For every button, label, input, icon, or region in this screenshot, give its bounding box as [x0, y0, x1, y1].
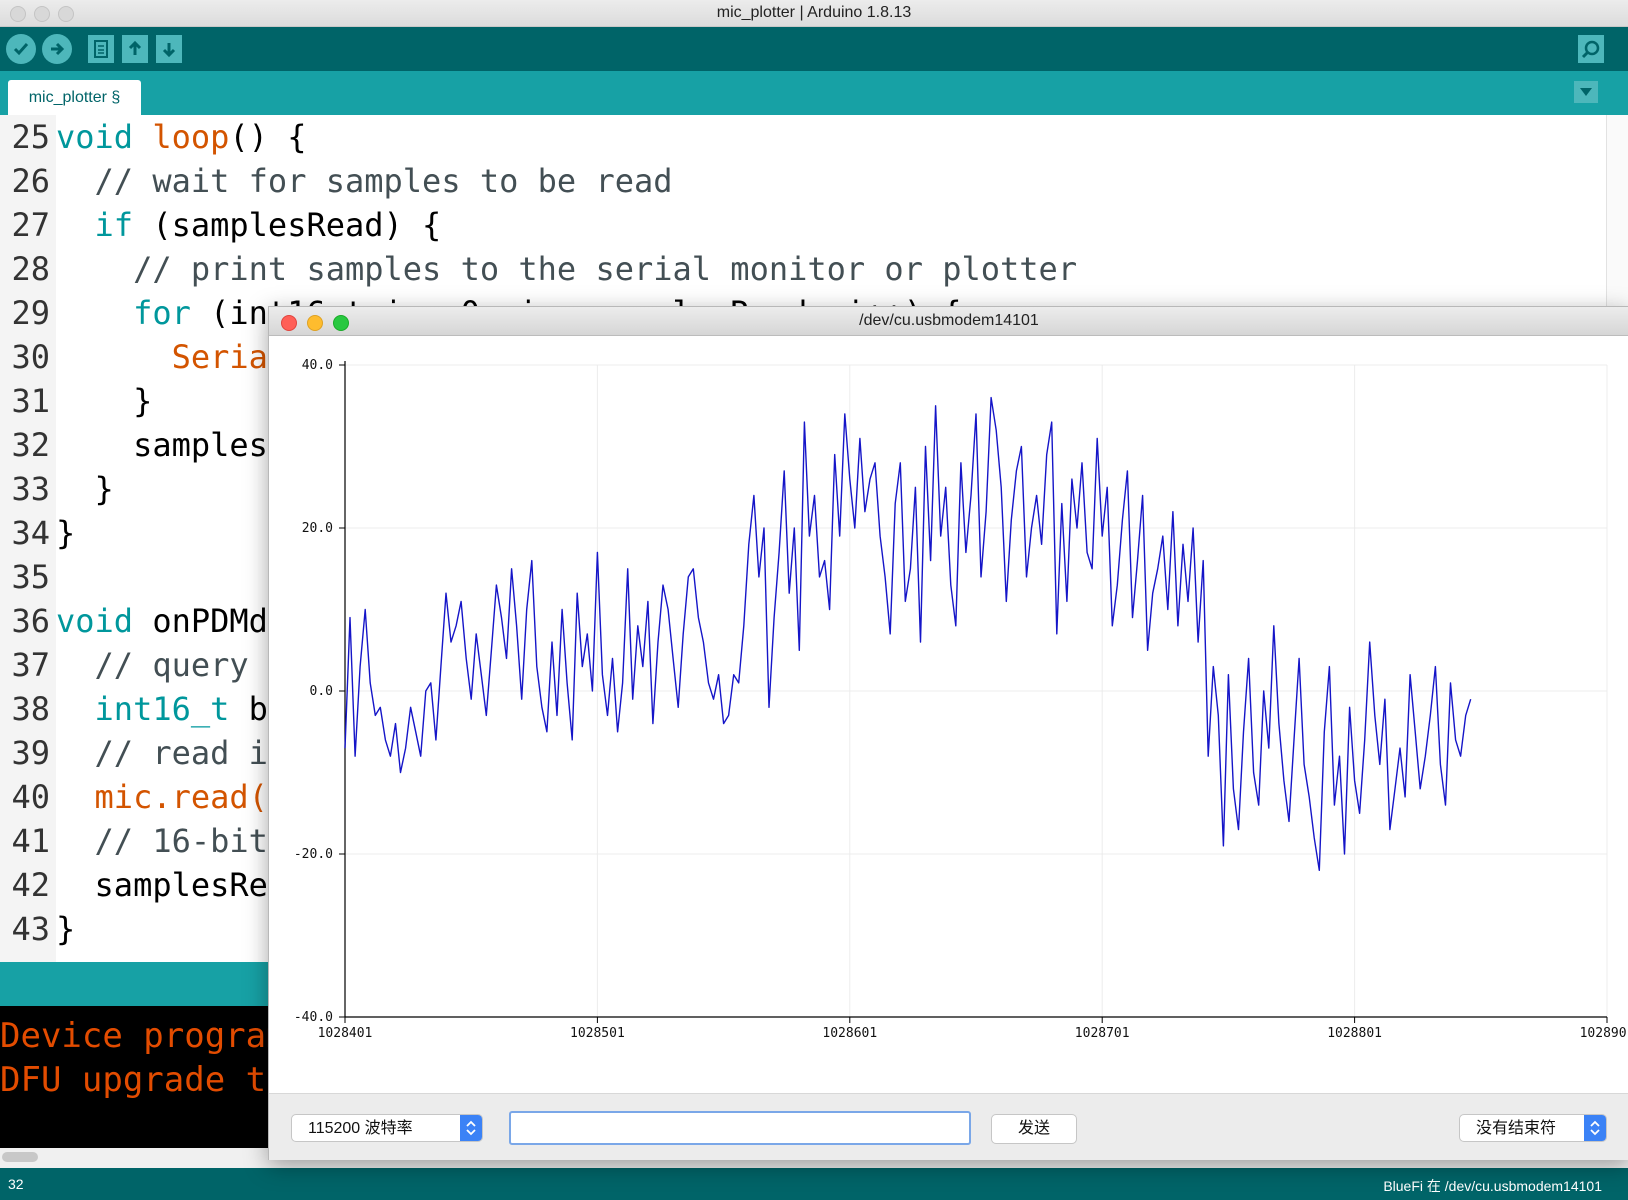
arrow-down-icon — [162, 43, 176, 58]
save-button[interactable] — [156, 35, 182, 63]
serial-monitor-button[interactable] — [1578, 35, 1604, 63]
window-title-bar: mic_plotter | Arduino 1.8.13 — [0, 0, 1628, 27]
check-icon — [13, 43, 29, 56]
line-ending-value: 没有结束符 — [1476, 1120, 1557, 1137]
line-number: 33 — [11, 470, 50, 508]
arrow-up-icon — [128, 40, 142, 55]
line-number: 28 — [11, 250, 50, 288]
line-number: 26 — [11, 162, 50, 200]
chart-series — [344, 396, 1472, 871]
line-number: 39 — [11, 734, 50, 772]
code-text: // wait for samples to be read — [56, 162, 673, 200]
x-tick-label: 1028701 — [1075, 1026, 1130, 1041]
line-number: 25 — [11, 118, 50, 156]
serial-plot-chart: 40.0 20.0 0.0 -20.0 -40.01028401 1028501 10286… — [294, 358, 1628, 1041]
line-number: 40 — [11, 778, 50, 816]
line-number: 31 — [11, 382, 50, 420]
line-number: 30 — [11, 338, 50, 376]
code-text: samples — [56, 426, 268, 464]
line-number: 41 — [11, 822, 50, 860]
scrollbar-thumb[interactable] — [2, 1152, 38, 1162]
code-text: void loop() { — [56, 118, 307, 156]
line-ending-select[interactable]: 没有结束符 — [1459, 1114, 1607, 1142]
code-text: int16_t b — [94, 690, 268, 728]
baud-rate-value: 115200 波特率 — [308, 1120, 413, 1137]
verify-button[interactable] — [6, 34, 36, 64]
code-text: } — [56, 514, 76, 552]
line-number: 43 — [11, 910, 50, 948]
x-tick-label: 1028901 — [1580, 1026, 1628, 1041]
tab-mic-plotter[interactable]: mic_plotter § — [8, 80, 141, 115]
code-text: } — [56, 470, 114, 508]
code-text: samplesRe — [56, 866, 268, 904]
chart-grid — [344, 364, 1608, 1018]
chart-ticks: 40.0 20.0 0.0 -20.0 -40.01028401 1028501 10286… — [294, 358, 1628, 1041]
line-number: 36 — [11, 602, 50, 640]
line-number: 37 — [11, 646, 50, 684]
select-arrows-icon — [1584, 1115, 1606, 1141]
code-text: Serial — [171, 338, 288, 376]
code-text: } — [56, 382, 153, 420]
console-line: Device program — [0, 1016, 287, 1056]
code-text: // 16-bit — [56, 822, 268, 860]
magnifier-icon — [1581, 40, 1600, 59]
status-board-port: BlueFi 在 /dev/cu.usbmodem14101 — [1383, 1178, 1602, 1194]
y-tick-label: 40.0 — [302, 358, 333, 373]
upload-button[interactable] — [42, 34, 72, 64]
code-text: mic.read( — [94, 778, 268, 816]
plotter-title-bar: /dev/cu.usbmodem14101 — [269, 307, 1628, 336]
line-number: 27 — [11, 206, 50, 244]
x-tick-label: 1028801 — [1327, 1026, 1382, 1041]
baud-rate-select[interactable]: 115200 波特率 — [291, 1114, 483, 1142]
line-number: 38 — [11, 690, 50, 728]
x-tick-label: 1028501 — [570, 1026, 625, 1041]
status-line-number: 32 — [8, 1176, 24, 1192]
console-line: DFU upgrade to — [0, 1060, 287, 1100]
code-text: if (samplesRead) { — [94, 206, 442, 244]
x-tick-label: 1028601 — [822, 1026, 877, 1041]
tab-menu-button[interactable] — [1574, 81, 1598, 103]
y-tick-label: 20.0 — [302, 521, 333, 536]
status-bar: 32 BlueFi 在 /dev/cu.usbmodem14101 — [0, 1168, 1628, 1200]
y-tick-label: 0.0 — [310, 684, 333, 699]
window-title: mic_plotter | Arduino 1.8.13 — [716, 4, 912, 21]
plotter-controls: 115200 波特率 发送 没有结束符 — [269, 1093, 1628, 1160]
code-text: // read i — [56, 734, 268, 772]
line-number: 29 — [11, 294, 50, 332]
y-tick-label: -40.0 — [294, 1010, 333, 1025]
line-number: 32 — [11, 426, 50, 464]
send-button[interactable]: 发送 — [991, 1114, 1077, 1144]
line-number: 42 — [11, 866, 50, 904]
code-text: // print samples to the serial monitor o… — [56, 250, 1078, 288]
line-number: 34 — [11, 514, 50, 552]
send-input[interactable] — [509, 1111, 971, 1145]
code-text: } — [56, 910, 76, 948]
select-arrows-icon — [460, 1115, 482, 1141]
chart-axes — [344, 361, 1607, 1018]
new-sketch-button[interactable] — [88, 35, 114, 63]
y-tick-label: -20.0 — [294, 847, 333, 862]
file-icon — [94, 40, 108, 58]
serial-plotter-window: /dev/cu.usbmodem14101 40.0 20.0 0.0 -20.0 -4… — [268, 306, 1628, 1160]
code-text: // query — [56, 646, 249, 684]
toolbar — [0, 27, 1628, 71]
x-tick-label: 1028401 — [318, 1026, 373, 1041]
open-button[interactable] — [122, 35, 148, 63]
line-number: 35 — [11, 558, 50, 596]
arrow-right-icon — [51, 42, 65, 56]
series-line — [344, 396, 1472, 871]
code-text: void onPDMd — [56, 602, 268, 640]
chevron-down-icon — [1580, 88, 1592, 96]
plotter-title: /dev/cu.usbmodem14101 — [859, 312, 1039, 329]
tab-bar: mic_plotter § — [0, 71, 1628, 115]
